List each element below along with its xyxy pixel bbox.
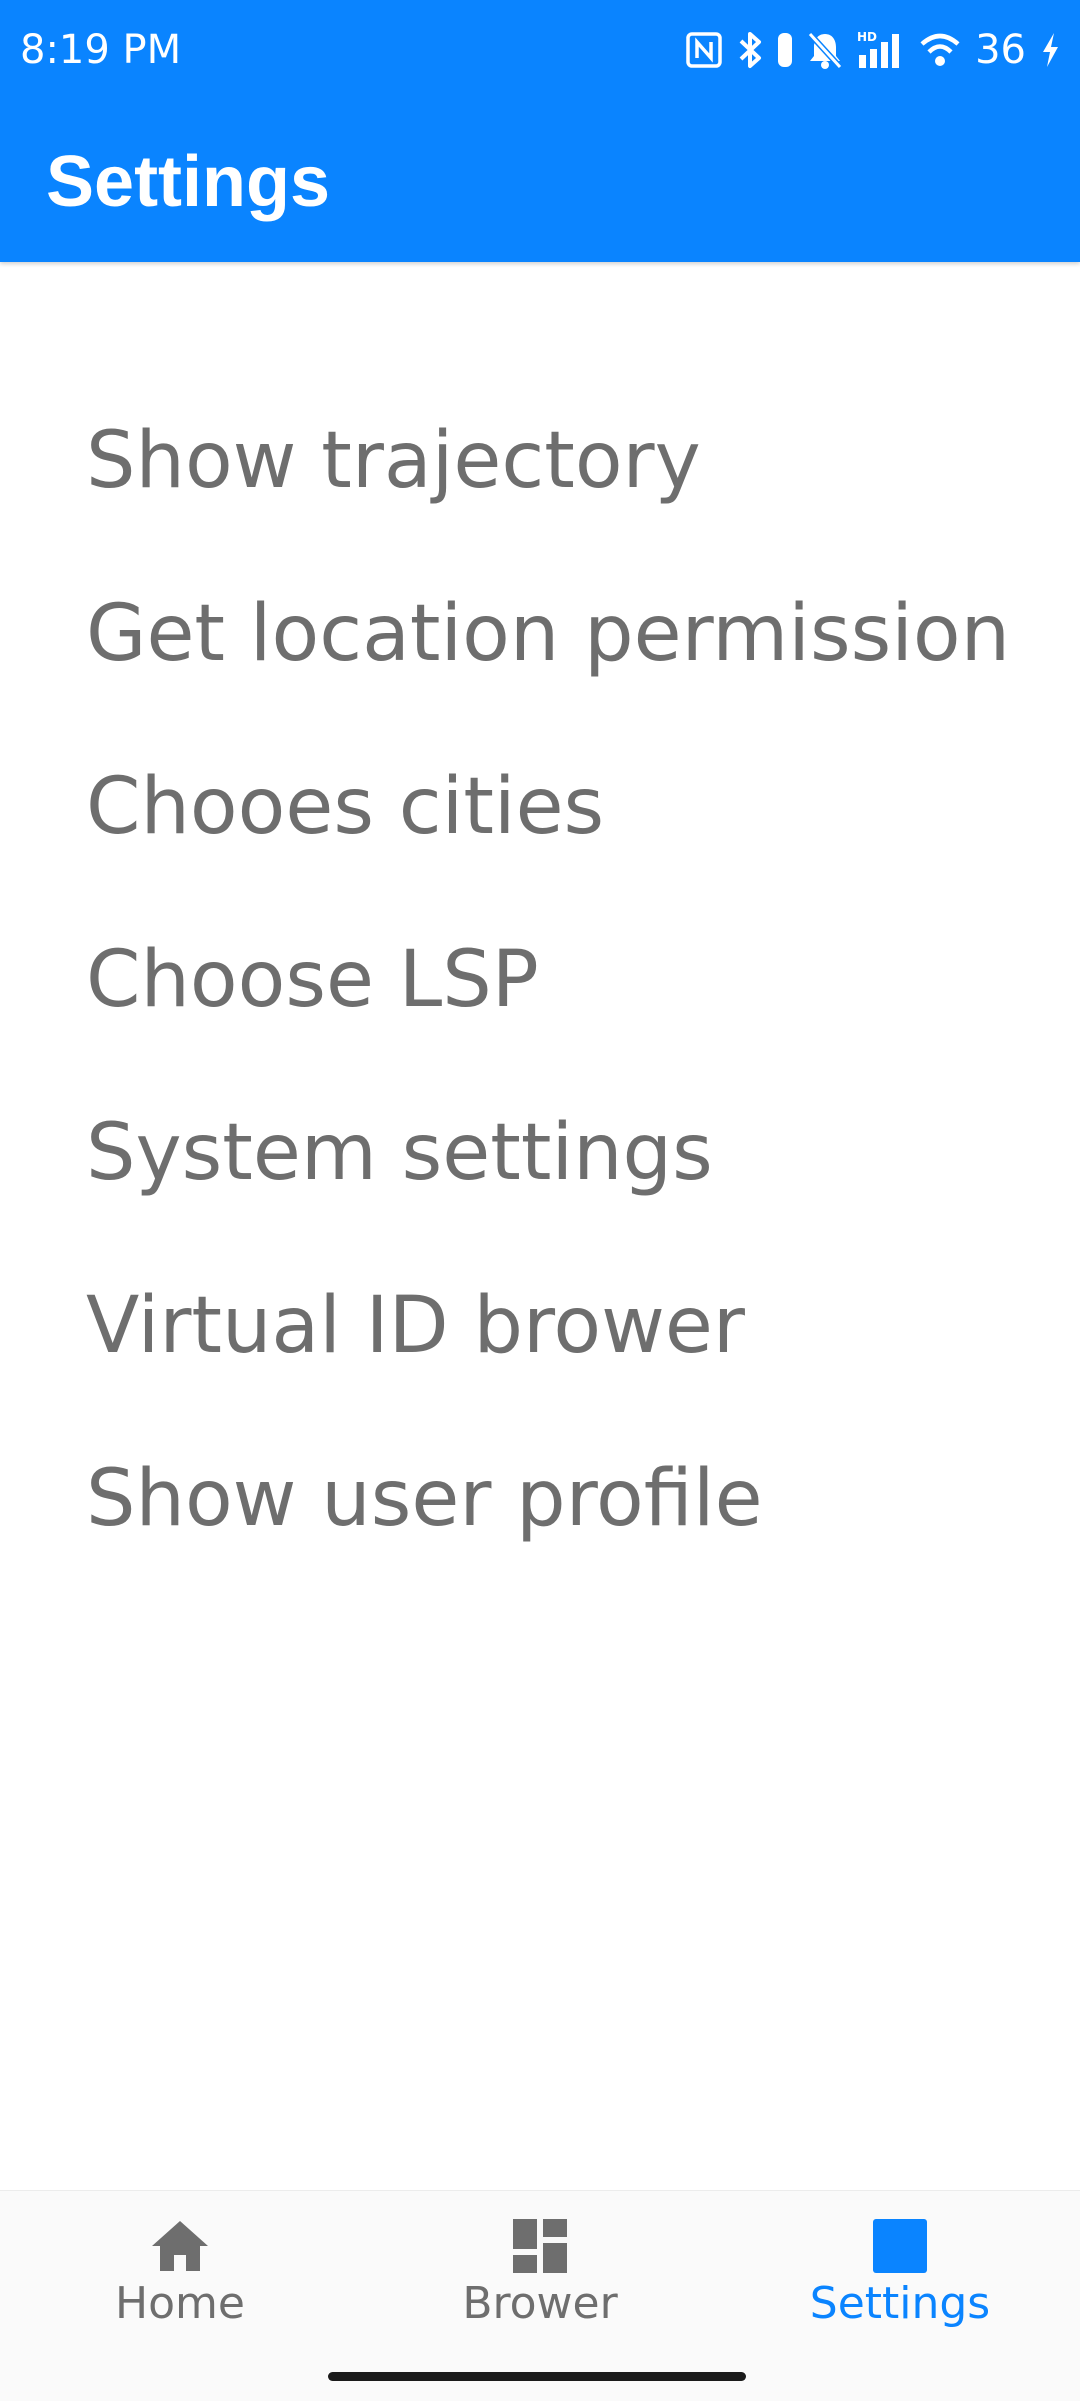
settings-item-system-settings[interactable]: System settings [0, 1092, 1080, 1265]
settings-item-show-trajectory[interactable]: Show trajectory [0, 400, 1080, 573]
wifi-icon [919, 32, 961, 68]
settings-item-choose-cities[interactable]: Chooes cities [0, 746, 1080, 919]
battery-level: 36 [975, 27, 1026, 73]
status-icons: HD 36 [685, 26, 1060, 74]
app-header: 8:19 PM HD 36 Settings [0, 0, 1080, 262]
status-bar: 8:19 PM HD 36 [0, 0, 1080, 100]
nfc-icon [685, 31, 723, 69]
home-icon [150, 2219, 210, 2273]
nav-label-settings: Settings [809, 2278, 991, 2329]
bottom-navigation: Home Brower Settings [0, 2190, 1080, 2401]
mute-bell-icon [807, 30, 843, 70]
nav-label-home: Home [115, 2278, 245, 2329]
nav-item-home[interactable]: Home [30, 2219, 330, 2329]
settings-item-choose-lsp[interactable]: Choose LSP [0, 919, 1080, 1092]
settings-item-virtual-id-browser[interactable]: Virtual ID brower [0, 1265, 1080, 1438]
page-title: Settings [46, 142, 331, 222]
hd-signal-icon: HD [857, 30, 905, 70]
nav-item-brower[interactable]: Brower [390, 2219, 690, 2329]
bluetooth-icon [737, 30, 763, 70]
home-indicator[interactable] [328, 2372, 746, 2381]
nav-label-brower: Brower [462, 2278, 618, 2329]
dashboard-icon [513, 2219, 567, 2273]
nav-item-settings[interactable]: Settings [750, 2219, 1050, 2329]
status-time: 8:19 PM [20, 27, 182, 73]
svg-text:HD: HD [857, 30, 877, 44]
vibrate-icon [777, 31, 793, 69]
settings-item-get-location-permission[interactable]: Get location permission [0, 573, 1080, 746]
settings-item-show-user-profile[interactable]: Show user profile [0, 1438, 1080, 1611]
square-icon [873, 2219, 927, 2273]
charging-icon [1040, 31, 1060, 69]
settings-list: Show trajectory Get location permission … [0, 400, 1080, 1611]
